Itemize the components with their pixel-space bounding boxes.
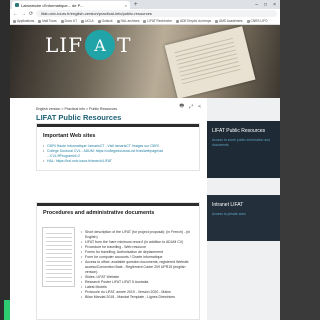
page-toolbar: 🖶 ⤢ <: [179, 103, 201, 111]
bookmark-label: Outlook: [101, 19, 113, 23]
bookmark-icon: [116, 19, 120, 23]
bookmark-label: Applications: [17, 19, 35, 23]
list-item[interactable]: Bilan Mandat 2018 - Mandat Template - Li…: [81, 295, 191, 300]
bookmark-label: LIFAT Recherche: [147, 19, 172, 23]
bookmark-label: UCLA: [85, 19, 94, 23]
bookmark-item[interactable]: Applications: [13, 19, 34, 23]
back-icon[interactable]: ←: [13, 11, 18, 17]
bookmark-icon: [97, 19, 101, 23]
procedures-card: Procedures and administrative documents …: [36, 202, 200, 320]
bookmark-item[interactable]: CNRS LIFO: [246, 19, 268, 23]
expand-icon[interactable]: ⤢: [189, 104, 193, 110]
bookmark-item[interactable]: Mail Tours: [38, 19, 57, 23]
reload-icon[interactable]: ⟳: [29, 11, 33, 17]
new-tab-button[interactable]: +: [134, 1, 138, 9]
desktop-left-strip: [0, 0, 10, 320]
bookmark-label: Docs UT: [64, 19, 78, 23]
bookmark-label: CNRS LIFO: [250, 19, 268, 23]
bookmark-icon: [38, 19, 42, 23]
important-sites-card: Important Web sites ODRI Haute Informati…: [36, 123, 200, 171]
list-item[interactable]: HAL: https://hal.univ-tours.fr/search/LI…: [43, 159, 193, 164]
intranet-panel[interactable]: Intranet LIFAT Access to private area: [207, 195, 280, 241]
bookmark-item[interactable]: LIFAT Recherche: [143, 19, 172, 23]
bookmark-label: HAL archives: [120, 19, 140, 23]
close-window-icon[interactable]: ×: [273, 1, 276, 9]
url-field[interactable]: lifat.univ-tours.fr/english-version/prac…: [36, 10, 277, 17]
maximize-icon[interactable]: □: [264, 1, 267, 9]
panel-link[interactable]: Access to some public information and do…: [212, 138, 275, 147]
card-heading: Procedures and administrative documents: [43, 210, 155, 216]
bookmark-icon: [246, 19, 250, 23]
breadcrumb[interactable]: English version > Practical info > Publi…: [36, 107, 117, 111]
window-controls: – □ ×: [255, 1, 280, 9]
right-sidebar: LIFAT Public Resources Access to some pu…: [207, 98, 280, 320]
hero-banner: LIF A T: [10, 25, 280, 98]
card-heading: Important Web sites: [43, 133, 96, 139]
logo-text-left: LIF: [45, 33, 84, 57]
procedures-list: Short description of the LIFAT (for proj…: [81, 230, 197, 300]
main-content: 🖶 ⤢ < English version > Practical info >…: [10, 98, 207, 320]
logo-text-right: T: [117, 33, 132, 57]
panel-title: Intranet LIFAT: [212, 202, 244, 208]
web-page: LIF A T 🖶 ⤢ < English version > Practica…: [10, 25, 280, 320]
bookmark-label: Mail Tours: [42, 19, 57, 23]
bookmark-item[interactable]: Docs UT: [60, 19, 78, 23]
bookmark-item[interactable]: Outlook: [97, 19, 113, 23]
site-link[interactable]: HAL: https://hal.univ-tours.fr/search/LI…: [47, 159, 112, 163]
forward-icon[interactable]: →: [21, 11, 26, 17]
logo-circle-letter: A: [85, 30, 116, 60]
tab-close-icon[interactable]: ×: [125, 3, 127, 8]
card-top-bar: [37, 203, 199, 206]
list-item[interactable]: Collège Doctoral CVL - ADUM: https://col…: [43, 149, 193, 159]
bookmark-icon: [60, 19, 64, 23]
bookmark-icon: [81, 19, 85, 23]
page-title: LIFAT Public Resources: [36, 113, 122, 122]
browser-window: Laboratoire d'Informatique... de P... × …: [10, 0, 280, 320]
bookmark-item[interactable]: AMS Académies: [215, 19, 243, 23]
bookmark-icon: [13, 19, 16, 23]
panel-link[interactable]: Access to private area: [212, 212, 275, 217]
bookmark-icon: [175, 19, 179, 23]
tab-title: Laboratoire d'Informatique... de P...: [21, 2, 84, 8]
site-link[interactable]: ODRI Haute Informatique: lamarisCT - Vis…: [47, 144, 159, 148]
share-icon[interactable]: <: [198, 104, 201, 110]
print-icon[interactable]: 🖶: [179, 103, 184, 111]
bookmark-icon: [143, 19, 147, 23]
browser-tab[interactable]: Laboratoire d'Informatique... de P... ×: [12, 1, 130, 9]
minimize-icon[interactable]: –: [255, 1, 258, 9]
list-item[interactable]: Short description of the LIFAT (for proj…: [81, 230, 191, 240]
bookmark-item[interactable]: HAL archives: [116, 19, 140, 23]
bookmark-item[interactable]: ADE Emploi du temps: [175, 19, 212, 23]
panel-title: LIFAT Public Resources: [212, 128, 266, 134]
bookmark-icon: [215, 19, 219, 23]
site-logo[interactable]: LIF A T: [45, 30, 131, 60]
important-sites-list: ODRI Haute Informatique: lamarisCT - Vis…: [43, 144, 199, 164]
favicon-icon: [15, 3, 19, 7]
bookmark-item[interactable]: UCLA: [81, 19, 94, 23]
document-thumbnail[interactable]: [42, 227, 75, 287]
bookmark-label: ADE Emploi du temps: [179, 19, 212, 23]
bookmark-label: AMS Académies: [219, 19, 243, 23]
address-bar: ← → ⟳ lifat.univ-tours.fr/english-versio…: [10, 9, 280, 18]
tab-bar: Laboratoire d'Informatique... de P... × …: [10, 0, 280, 9]
bookmarks-bar: Applications Mail Tours Docs UT UCLA Out…: [10, 18, 280, 25]
public-resources-panel[interactable]: LIFAT Public Resources Access to some pu…: [207, 121, 280, 178]
list-item[interactable]: Access to office: available question doc…: [81, 260, 191, 275]
card-top-bar: [37, 124, 199, 127]
site-link[interactable]: Collège Doctoral CVL - ADUM: https://col…: [47, 149, 163, 158]
